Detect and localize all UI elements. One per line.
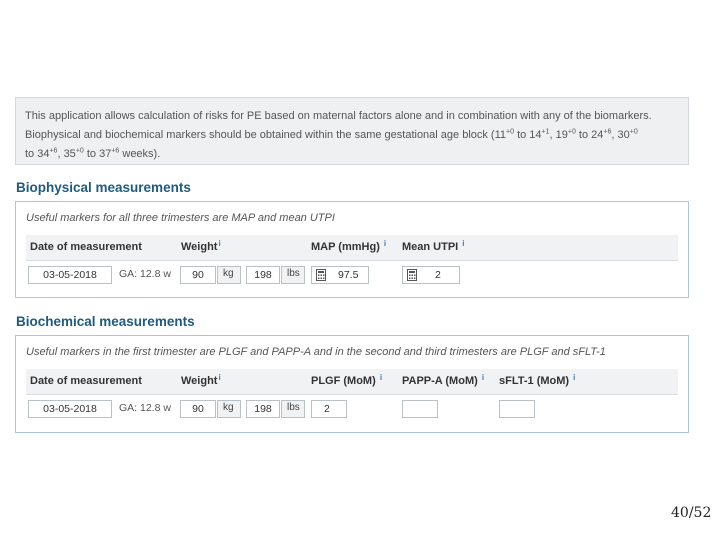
map-info-icon[interactable]: i: [384, 239, 386, 248]
kg-unit: kg: [217, 266, 241, 284]
header-weight: Weighti: [181, 239, 221, 253]
plgf-input[interactable]: 2: [311, 400, 347, 418]
plgf-info-icon[interactable]: i: [380, 373, 382, 382]
header-utpi: Mean UTPI i: [402, 239, 465, 253]
sflt-info-icon[interactable]: i: [573, 373, 575, 382]
info-line-3: to 34+6, 35+0 to 37+6 weeks).: [25, 147, 161, 160]
biophysical-panel: Useful markers for all three trimesters …: [15, 201, 689, 298]
header-sflt: sFLT-1 (MoM) i: [499, 373, 576, 387]
biochemical-header-row: Date of measurement Weighti PLGF (MoM) i…: [26, 369, 678, 395]
header-pappa: PAPP-A (MoM) i: [402, 373, 485, 387]
biochemical-weight-kg-input[interactable]: 90: [180, 400, 216, 418]
weight-info-icon[interactable]: i: [218, 239, 220, 248]
info-notice: This application allows calculation of r…: [15, 97, 689, 165]
lbs-unit: lbs: [281, 400, 305, 418]
biochemical-panel: Useful markers in the first trimester ar…: [15, 335, 689, 433]
map-value: 97.5: [338, 269, 359, 281]
biophysical-hint: Useful markers for all three trimesters …: [26, 212, 335, 224]
calculator-icon[interactable]: [407, 269, 417, 281]
biophysical-ga-label: GA: 12.8 w: [119, 268, 171, 280]
header-plgf: PLGF (MoM) i: [311, 373, 383, 387]
biochemical-weight-lbs-input[interactable]: 198: [246, 400, 280, 418]
lbs-unit: lbs: [281, 266, 305, 284]
utpi-value: 2: [435, 269, 441, 281]
biochemical-ga-label: GA: 12.8 w: [119, 402, 171, 414]
utpi-input[interactable]: 2: [402, 266, 460, 284]
header-weight: Weighti: [181, 373, 221, 387]
pappa-input[interactable]: [402, 400, 438, 418]
header-date: Date of measurement: [30, 375, 142, 387]
sflt-input[interactable]: [499, 400, 535, 418]
biophysical-date-input[interactable]: 03-05-2018: [28, 266, 112, 284]
biophysical-title: Biophysical measurements: [16, 180, 191, 195]
biochemical-hint: Useful markers in the first trimester ar…: [26, 346, 606, 358]
biophysical-weight-kg-input[interactable]: 90: [180, 266, 216, 284]
info-line-2: Biophysical and biochemical markers shou…: [25, 128, 638, 141]
biochemical-title: Biochemical measurements: [16, 314, 195, 329]
header-date: Date of measurement: [30, 241, 142, 253]
map-input[interactable]: 97.5: [311, 266, 369, 284]
biochemical-date-input[interactable]: 03-05-2018: [28, 400, 112, 418]
calculator-icon[interactable]: [316, 269, 326, 281]
biophysical-header-row: Date of measurement Weighti MAP (mmHg) i…: [26, 235, 678, 261]
kg-unit: kg: [217, 400, 241, 418]
biophysical-weight-lbs-input[interactable]: 198: [246, 266, 280, 284]
pappa-info-icon[interactable]: i: [482, 373, 484, 382]
info-line-1: This application allows calculation of r…: [25, 110, 652, 122]
header-map: MAP (mmHg) i: [311, 239, 387, 253]
page-number: 40/52: [671, 505, 712, 521]
weight-info-icon[interactable]: i: [218, 373, 220, 382]
utpi-info-icon[interactable]: i: [462, 239, 464, 248]
